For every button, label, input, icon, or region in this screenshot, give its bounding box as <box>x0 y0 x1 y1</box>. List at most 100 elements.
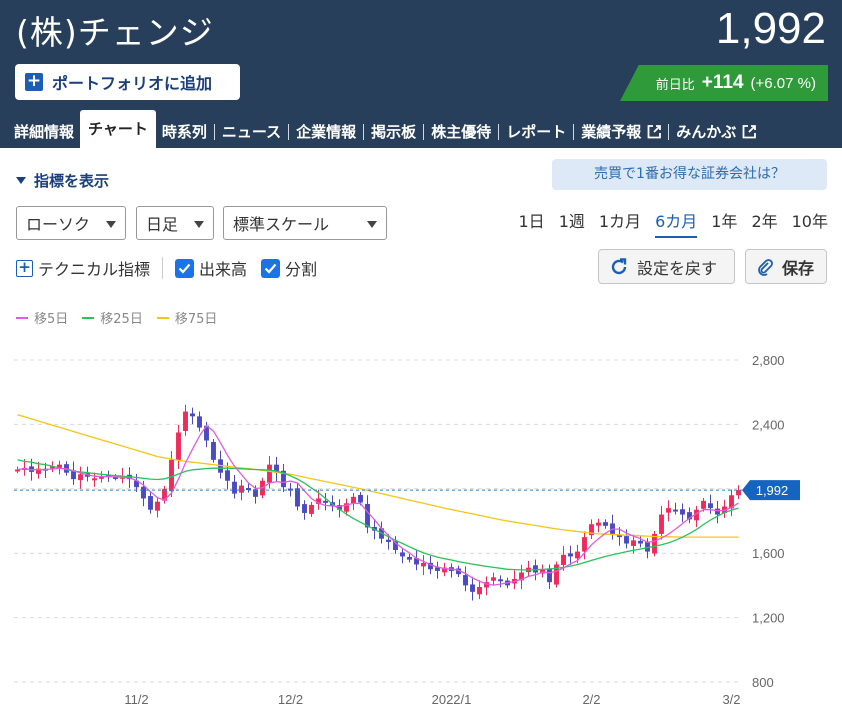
candle-body <box>708 503 713 509</box>
check-icon <box>178 263 191 274</box>
candle-body <box>155 501 160 511</box>
tab-chart[interactable]: チャート <box>80 110 156 148</box>
tab-label: 株主優待 <box>431 123 492 141</box>
candle-body <box>596 522 601 526</box>
volume-checkbox[interactable] <box>175 258 195 278</box>
candle-body <box>309 504 314 514</box>
external-link-icon <box>742 125 757 139</box>
period-10y[interactable]: 10年 <box>792 210 828 238</box>
chart-options: + テクニカル指標 出来高 分割 <box>16 256 317 280</box>
period-selector: 1日 1週 1カ月 6カ月 1年 2年 10年 <box>505 210 828 238</box>
stock-name: (株)チェンジ <box>16 13 214 52</box>
candle-body <box>176 432 181 461</box>
candle-body <box>267 464 272 483</box>
last-price-label: 1,992 <box>756 483 789 498</box>
candle-body <box>533 565 538 573</box>
tab-benefits[interactable]: 株主優待 <box>425 116 497 148</box>
candle-body <box>239 485 244 493</box>
legend-ma75: 移75日 <box>156 308 217 327</box>
stock-nav-tabs: 詳細情報 チャート 時系列 ニュース 企業情報 掲示板 株主優待 レポート 業績… <box>8 110 762 148</box>
technical-indicator-link[interactable]: テクニカル指標 <box>38 256 150 280</box>
divider <box>573 124 575 140</box>
chevron-down-icon <box>106 221 116 228</box>
candle-body <box>491 577 496 581</box>
legend-swatch <box>16 316 28 319</box>
paperclip-icon <box>758 258 773 276</box>
external-link-icon <box>647 125 662 139</box>
candle-body <box>463 575 468 586</box>
tab-report[interactable]: レポート <box>500 116 572 148</box>
y-tick-label: 800 <box>752 675 774 690</box>
change-label: 前日比 <box>655 77 695 93</box>
divider <box>498 124 500 140</box>
candle-body <box>736 490 741 496</box>
candle-body <box>561 554 566 565</box>
volume-label: 出来高 <box>199 260 248 279</box>
candle-body <box>715 508 720 515</box>
chart-type-value: ローソク <box>26 215 91 234</box>
tab-label: 時系列 <box>161 123 207 141</box>
add-portfolio-label: ポートフォリオに追加 <box>52 74 213 93</box>
candle-body <box>673 509 678 512</box>
tab-company[interactable]: 企業情報 <box>290 116 362 148</box>
tab-label: 企業情報 <box>296 123 357 141</box>
add-technical-icon[interactable]: + <box>16 259 33 277</box>
candle-body <box>638 540 643 544</box>
candle-body <box>183 411 188 432</box>
chevron-down-icon <box>194 221 204 228</box>
show-indicators-toggle[interactable]: 指標を表示 <box>16 170 109 191</box>
add-portfolio-button[interactable]: + ポートフォリオに追加 <box>15 64 240 100</box>
candle-body <box>190 413 195 417</box>
legend-ma5: 移5日 <box>16 308 68 327</box>
candle-body <box>701 500 706 509</box>
period-1m[interactable]: 1カ月 <box>599 210 641 238</box>
candle-body <box>365 503 370 528</box>
broker-promo-link[interactable]: 売買で1番お得な証券会社は？ <box>552 159 827 190</box>
scale-value: 標準スケール <box>233 215 330 234</box>
candle-body <box>351 496 356 504</box>
x-tick-label: 12/2 <box>278 692 303 707</box>
candle-body <box>407 556 412 560</box>
divider <box>288 124 290 140</box>
candle-body <box>78 474 83 481</box>
ma5-line <box>17 424 739 586</box>
candle-body <box>400 552 405 557</box>
candle-body <box>603 522 608 526</box>
candle-body <box>148 496 153 510</box>
y-tick-label: 2,800 <box>752 353 785 368</box>
interval-select[interactable]: 日足 <box>136 206 214 240</box>
reset-label: 設定を戻す <box>637 258 718 278</box>
chart-type-select[interactable]: ローソク <box>16 206 126 240</box>
scale-select[interactable]: 標準スケール <box>223 206 387 240</box>
candle-body <box>498 579 503 582</box>
tab-minkabu[interactable]: みんかぶ <box>670 116 762 148</box>
candle-body <box>302 504 307 513</box>
candle-body <box>421 562 426 567</box>
tab-news[interactable]: ニュース <box>216 116 287 148</box>
period-1y[interactable]: 1年 <box>711 210 737 238</box>
reset-settings-button[interactable]: 設定を戻す <box>598 249 735 284</box>
period-1w[interactable]: 1週 <box>559 210 585 238</box>
candle-body <box>582 537 587 552</box>
divider <box>363 124 365 140</box>
x-tick-label: 3/2 <box>722 692 740 707</box>
tab-board[interactable]: 掲示板 <box>365 116 422 148</box>
save-button[interactable]: 保存 <box>745 249 827 284</box>
period-6m[interactable]: 6カ月 <box>655 210 698 238</box>
tab-detail[interactable]: 詳細情報 <box>8 116 80 148</box>
price-chart[interactable]: 2,800 2,400 1,600 1,200 800 11/2 12/2 2022/1 2/2… <box>0 340 842 718</box>
tab-timeseries[interactable]: 時系列 <box>156 116 213 148</box>
period-2y[interactable]: 2年 <box>751 210 777 238</box>
change-percent: (+6.07 %) <box>750 74 816 92</box>
legend-swatch <box>156 316 169 319</box>
tab-forecast[interactable]: 業績予報 <box>575 116 667 148</box>
period-1d[interactable]: 1日 <box>519 210 545 238</box>
change-value: +114 <box>701 72 744 93</box>
candle-body <box>197 416 202 428</box>
candle-body <box>141 486 146 499</box>
y-tick-label: 2,400 <box>752 417 785 432</box>
split-checkbox[interactable] <box>261 258 281 278</box>
x-tick-label: 2022/1 <box>432 692 472 707</box>
candle-body <box>666 508 671 513</box>
candle-body <box>631 540 636 546</box>
